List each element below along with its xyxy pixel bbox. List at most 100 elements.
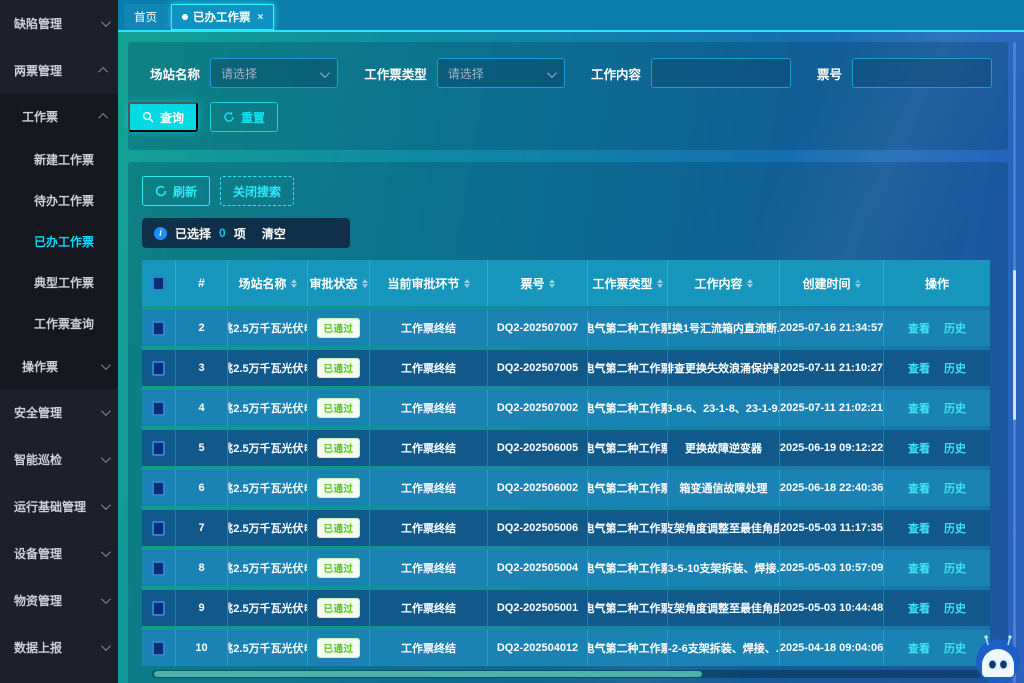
history-link[interactable]: 历史: [944, 640, 966, 656]
sidebar-item-two-ticket-mgmt[interactable]: 两票管理: [0, 47, 118, 94]
sort-icon[interactable]: [747, 279, 753, 288]
work-content-input[interactable]: [651, 58, 791, 88]
close-search-button[interactable]: 关闭搜索: [220, 176, 294, 206]
cell-index: 3: [176, 350, 228, 386]
refresh-button[interactable]: 刷新: [142, 176, 210, 206]
row-checkbox[interactable]: [152, 361, 165, 376]
close-icon[interactable]: ×: [258, 12, 264, 23]
col-header-type[interactable]: 工作票类型: [588, 260, 668, 306]
row-checkbox[interactable]: [152, 561, 165, 576]
col-header-station[interactable]: 场站名称: [228, 260, 308, 306]
view-link[interactable]: 查看: [908, 440, 930, 456]
cell-content: 排查更换失效浪涌保护器: [668, 350, 780, 386]
col-header-created[interactable]: 创建时间: [780, 260, 884, 306]
row-checkbox[interactable]: [152, 481, 165, 496]
sort-icon[interactable]: [549, 279, 555, 288]
clear-selection-button[interactable]: 清空: [262, 225, 286, 242]
cell-ticket: DQ2-202505006: [488, 510, 588, 546]
view-link[interactable]: 查看: [908, 600, 930, 616]
reset-button[interactable]: 重置: [210, 102, 278, 132]
history-link[interactable]: 历史: [944, 600, 966, 616]
sort-icon-active[interactable]: [855, 279, 861, 288]
sidebar-item-work-ticket-query[interactable]: 工作票查询: [0, 303, 118, 344]
view-link[interactable]: 查看: [908, 640, 930, 656]
tab-done-work-ticket[interactable]: 已办工作票 ×: [171, 4, 274, 30]
sidebar-item-safety-mgmt[interactable]: 安全管理: [0, 389, 118, 436]
table-panel: 刷新 关闭搜索 i 已选择 0 项 清空: [128, 162, 1008, 683]
history-link[interactable]: 历史: [944, 480, 966, 496]
view-link[interactable]: 查看: [908, 360, 930, 376]
row-checkbox[interactable]: [152, 401, 165, 416]
cell-created: 2025-07-16 21:34:57: [780, 310, 884, 346]
history-link[interactable]: 历史: [944, 520, 966, 536]
history-link[interactable]: 历史: [944, 440, 966, 456]
cell-index: 8: [176, 550, 228, 586]
table-row: 8 临洮2.5万千瓦光伏电... 已通过 工作票终结 DQ2-202505004…: [142, 550, 990, 586]
sort-icon[interactable]: [291, 279, 297, 288]
app-window: 缺陷管理 两票管理 工作票 新建工作票 待办工作票 已办工作票 典型工作票: [0, 0, 1024, 683]
chevron-down-icon: [101, 500, 111, 510]
sort-icon[interactable]: [657, 279, 663, 288]
sidebar-item-equipment-mgmt[interactable]: 设备管理: [0, 530, 118, 577]
history-link[interactable]: 历史: [944, 320, 966, 336]
sort-icon[interactable]: [464, 279, 470, 288]
sidebar-item-label: 安全管理: [14, 404, 62, 421]
horizontal-scrollbar-thumb[interactable]: [154, 671, 702, 677]
cell-index: 6: [176, 470, 228, 506]
view-link[interactable]: 查看: [908, 520, 930, 536]
sidebar-item-work-ticket[interactable]: 工作票: [0, 94, 118, 139]
view-link[interactable]: 查看: [908, 560, 930, 576]
col-header-status[interactable]: 审批状态: [308, 260, 370, 306]
cell-station: 临洮2.5万千瓦光伏电...: [228, 510, 308, 546]
ticket-type-select[interactable]: 请选择: [437, 58, 565, 88]
tab-home[interactable]: 首页: [124, 4, 167, 30]
view-link[interactable]: 查看: [908, 400, 930, 416]
select-placeholder: 请选择: [221, 65, 257, 82]
row-checkbox[interactable]: [152, 521, 165, 536]
row-checkbox[interactable]: [152, 441, 165, 456]
chevron-down-icon: [547, 68, 557, 78]
table-row: 2 临洮2.5万千瓦光伏电... 已通过 工作票终结 DQ2-202507007…: [142, 310, 990, 346]
cell-ticket: DQ2-202506002: [488, 470, 588, 506]
chevron-down-icon: [101, 360, 111, 370]
sidebar-item-smart-inspection[interactable]: 智能巡检: [0, 436, 118, 483]
cell-station: 临洮2.5万千瓦光伏电...: [228, 550, 308, 586]
sidebar-item-typical-work-ticket[interactable]: 典型工作票: [0, 262, 118, 303]
row-checkbox[interactable]: [152, 601, 165, 616]
table-row: 6 临洮2.5万千瓦光伏电... 已通过 工作票终结 DQ2-202506002…: [142, 470, 990, 506]
vertical-scrollbar-thumb[interactable]: [1013, 270, 1016, 420]
cell-type: 电气第二种工作票: [588, 310, 668, 346]
col-header-content[interactable]: 工作内容: [668, 260, 780, 306]
sidebar-item-new-work-ticket[interactable]: 新建工作票: [0, 139, 118, 180]
col-header-step[interactable]: 当前审批环节: [370, 260, 488, 306]
cell-step: 工作票终结: [370, 310, 488, 346]
view-link[interactable]: 查看: [908, 320, 930, 336]
sort-icon[interactable]: [362, 279, 368, 288]
history-link[interactable]: 历史: [944, 400, 966, 416]
cell-type: 电气第二种工作票: [588, 590, 668, 626]
chevron-up-icon: [98, 113, 108, 123]
ticket-no-input[interactable]: [852, 58, 992, 88]
sidebar-item-data-report[interactable]: 数据上报: [0, 624, 118, 671]
cell-step: 工作票终结: [370, 390, 488, 426]
row-checkbox[interactable]: [152, 321, 165, 336]
history-link[interactable]: 历史: [944, 360, 966, 376]
sidebar-item-material-mgmt[interactable]: 物资管理: [0, 577, 118, 624]
sidebar-item-operation-basic-mgmt[interactable]: 运行基础管理: [0, 483, 118, 530]
selected-suffix: 项: [234, 225, 246, 242]
col-header-ticket[interactable]: 票号: [488, 260, 588, 306]
cell-created: 2025-04-18 09:04:06: [780, 630, 884, 666]
chevron-up-icon: [98, 67, 108, 77]
cell-created: 2025-07-11 21:02:21: [780, 390, 884, 426]
view-link[interactable]: 查看: [908, 480, 930, 496]
select-all-checkbox[interactable]: [152, 276, 165, 291]
query-button[interactable]: 查询: [128, 102, 198, 132]
sidebar-item-operation-ticket[interactable]: 操作票: [0, 344, 118, 389]
history-link[interactable]: 历史: [944, 560, 966, 576]
assistant-robot-button[interactable]: [974, 635, 1022, 683]
sidebar-item-defect-mgmt[interactable]: 缺陷管理: [0, 0, 118, 47]
station-name-select[interactable]: 请选择: [210, 58, 338, 88]
sidebar-item-pending-work-ticket[interactable]: 待办工作票: [0, 180, 118, 221]
sidebar-item-done-work-ticket[interactable]: 已办工作票: [0, 221, 118, 262]
row-checkbox[interactable]: [152, 641, 165, 656]
